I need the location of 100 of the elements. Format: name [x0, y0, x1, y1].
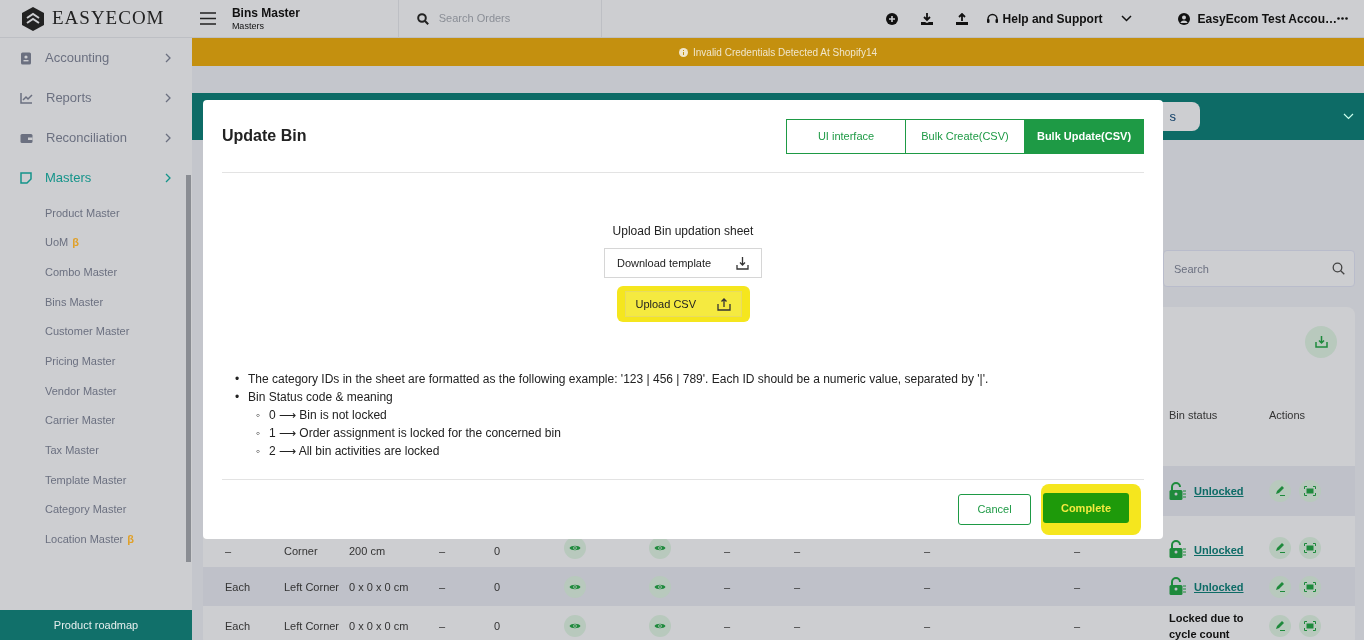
note-text: The category IDs in the sheet are formatted as the following example: '123 | 456 | 789'. Each ID should be a numeric value, separated by '|'. — [248, 371, 989, 388]
edit-button[interactable] — [1269, 615, 1291, 637]
download-template-button[interactable]: Download template — [604, 248, 762, 278]
edit-button[interactable] — [1269, 537, 1291, 559]
submenu-item[interactable]: Combo Master — [0, 257, 186, 288]
table-cell: – — [1074, 620, 1081, 632]
status-link[interactable]: Unlocked — [1194, 541, 1244, 558]
status-link[interactable]: Unlocked — [1194, 483, 1244, 499]
expand-button[interactable] — [1343, 113, 1354, 120]
note-text: 0 ⟶ Bin is not locked — [269, 407, 387, 424]
sidebar-item[interactable]: Masters — [0, 158, 186, 198]
tab[interactable]: Bulk Update(CSV) — [1024, 118, 1144, 154]
chevron-icon — [164, 173, 172, 183]
account-button[interactable]: EasyEcom Test Accou… — [1177, 9, 1337, 28]
download-button[interactable] — [920, 12, 933, 25]
more-button[interactable] — [1337, 17, 1348, 20]
sidebar-item[interactable]: Reports — [0, 78, 186, 118]
download-icon — [920, 12, 933, 25]
upload-icon — [716, 297, 731, 311]
bullet-mark: ◦ — [256, 443, 262, 460]
submenu-item[interactable]: Category Master — [0, 494, 186, 525]
submenu-item[interactable]: Vendor Master — [0, 376, 186, 406]
view-button[interactable] — [649, 615, 671, 637]
table-cell: – — [724, 580, 731, 593]
status-link[interactable]: Unlocked — [1194, 578, 1244, 595]
eye-icon — [569, 582, 581, 591]
submenu-item[interactable]: Pricing Master — [0, 346, 186, 377]
add-button[interactable] — [885, 12, 898, 25]
search-field[interactable]: Search Orders — [436, 9, 587, 28]
table-cell: – — [924, 580, 931, 593]
download-icon — [736, 256, 749, 270]
view-button[interactable] — [564, 615, 586, 637]
submenu-item[interactable]: Template Master — [0, 465, 186, 495]
cancel-button[interactable]: Cancel — [958, 494, 1031, 525]
modal-title: Update Bin — [222, 126, 307, 146]
logo-text: EASYECOM — [52, 6, 165, 31]
edit-button[interactable] — [1269, 575, 1291, 598]
status-text: Locked due to cycle count — [1169, 611, 1245, 640]
tab[interactable]: Bulk Create(CSV) — [905, 118, 1025, 154]
bullet-mark: ◦ — [256, 425, 262, 442]
search-icon — [1332, 262, 1345, 275]
table-cell: – — [1074, 580, 1081, 593]
unlocked-padlock-icon — [1169, 481, 1186, 501]
frame-icon — [1304, 543, 1316, 553]
sidebar-item[interactable]: Accounting — [0, 38, 186, 78]
breadcrumb: Masters — [231, 19, 265, 32]
view-button[interactable] — [564, 537, 586, 559]
scrollbar-thumb[interactable] — [186, 175, 191, 562]
scan-button[interactable] — [1299, 615, 1321, 637]
line-chart-icon — [20, 92, 33, 104]
submenu-item[interactable]: Tax Master — [0, 435, 186, 466]
eye-icon — [654, 544, 666, 552]
submenu-item[interactable]: Location Master β — [0, 524, 186, 555]
view-button[interactable] — [564, 575, 586, 598]
unlocked-padlock-icon — [1169, 577, 1186, 596]
table-cell: – — [225, 545, 232, 557]
eye-icon — [569, 622, 581, 630]
search-field[interactable]: Search — [1163, 250, 1355, 287]
table-cell: 0 — [494, 545, 501, 557]
note-icon — [20, 172, 32, 184]
help-button[interactable]: Help and Support — [985, 9, 1132, 28]
scan-button[interactable] — [1299, 480, 1321, 502]
scan-button[interactable] — [1299, 575, 1321, 598]
upload-label: Upload Bin updation sheet — [612, 223, 754, 240]
submenu-item[interactable]: Product Master — [0, 198, 186, 228]
table-cell: Each — [225, 620, 251, 632]
view-button[interactable] — [649, 575, 671, 598]
tab[interactable]: UI interface — [786, 118, 906, 154]
export-button[interactable] — [1305, 326, 1337, 358]
table-cell: – — [794, 580, 801, 593]
note-text: 2 ⟶ All bin activities are locked — [269, 443, 440, 460]
download-icon — [1314, 336, 1328, 348]
table-cell: 0 — [494, 580, 501, 593]
upload-button[interactable] — [955, 12, 968, 25]
submenu-item[interactable]: Bins Master — [0, 287, 186, 317]
table-cell: Corner — [284, 545, 318, 557]
upload-icon — [955, 12, 968, 25]
user-icon — [1177, 12, 1190, 25]
column-header: Actions — [1268, 408, 1307, 423]
pencil-icon — [1275, 621, 1285, 631]
roadmap-button[interactable]: Product roadmap — [0, 610, 192, 640]
edit-button[interactable] — [1269, 480, 1291, 502]
table-cell: 200 cm — [349, 545, 386, 557]
frame-icon — [1304, 621, 1316, 631]
menu-button[interactable] — [199, 12, 216, 25]
table-cell: 0 — [494, 620, 501, 632]
view-button[interactable] — [649, 537, 671, 559]
sidebar-item[interactable]: Reconciliation — [0, 118, 186, 158]
chevron-icon — [164, 53, 172, 63]
upload-csv-button[interactable]: Upload CSV — [624, 291, 742, 317]
info-icon — [679, 47, 688, 57]
table-cell: – — [439, 580, 446, 593]
chevron-icon — [164, 133, 172, 143]
submenu-item[interactable]: Carrier Master — [0, 405, 186, 436]
table-cell: – — [439, 545, 446, 557]
submenu-item[interactable]: Customer Master — [0, 316, 186, 347]
complete-button[interactable]: Complete — [1043, 493, 1129, 523]
submenu-item[interactable]: UoM β — [0, 227, 186, 258]
headset-icon — [985, 12, 999, 25]
scan-button[interactable] — [1299, 537, 1321, 559]
